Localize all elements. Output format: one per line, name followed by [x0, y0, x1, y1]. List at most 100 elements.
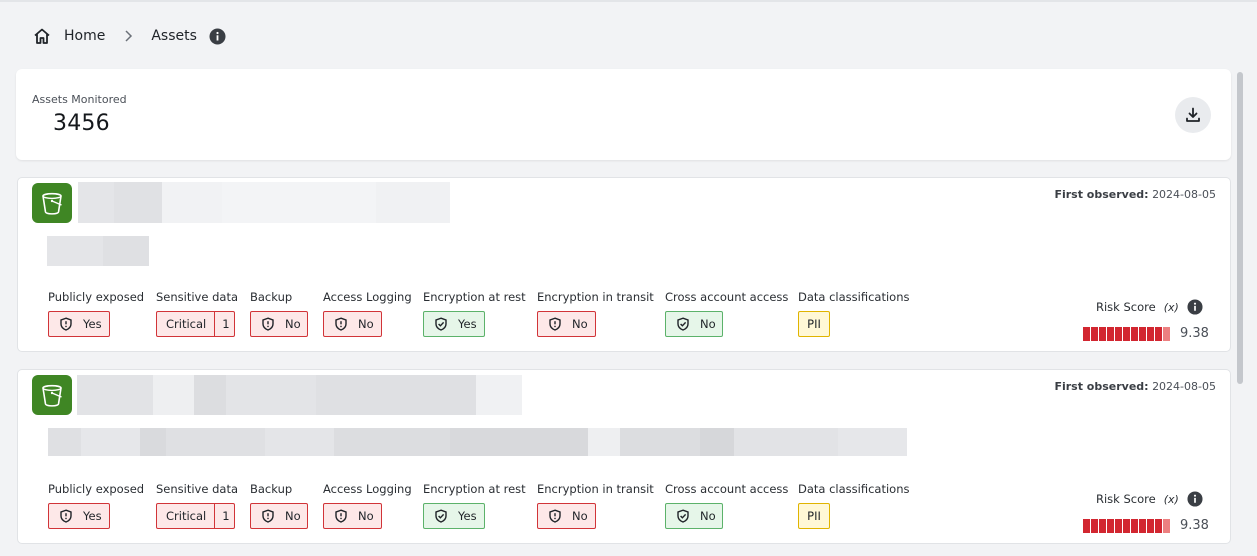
risk-segment — [1115, 519, 1122, 533]
risk-segment — [1091, 519, 1098, 533]
first-observed: First observed: 2024-08-05 — [1054, 188, 1216, 201]
encryption-transit-badge: No — [537, 503, 596, 529]
attr-encryption-rest: Encryption at rest — [423, 290, 526, 304]
s3-bucket-icon — [32, 183, 72, 223]
info-icon[interactable] — [209, 28, 226, 45]
attr-backup: Backup — [250, 482, 293, 496]
risk-segment — [1091, 327, 1098, 341]
risk-segment — [1115, 327, 1122, 341]
publicly-exposed-badge: Yes — [48, 311, 110, 337]
sensitive-data-badge: Critical 1 — [156, 311, 235, 337]
attr-encryption-transit: Encryption in transit — [537, 482, 654, 496]
shield-icon — [261, 509, 275, 523]
risk-segment — [1083, 327, 1090, 341]
risk-segment — [1163, 519, 1170, 533]
risk-score-label: Risk Score (x) — [1096, 491, 1203, 507]
shield-icon — [334, 317, 348, 331]
shield-check-icon — [676, 509, 690, 523]
cross-account-badge: No — [665, 503, 723, 529]
attr-cross-account: Cross account access — [665, 290, 789, 304]
s3-bucket-icon — [32, 375, 72, 415]
risk-score-value: 9.38 — [1180, 326, 1209, 341]
download-icon — [1186, 107, 1200, 122]
asset-card[interactable]: First observed: 2024-08-05 Publicly expo… — [17, 369, 1231, 544]
attr-publicly-exposed: Publicly exposed — [48, 290, 145, 304]
attr-access-logging: Access Logging — [323, 482, 412, 496]
first-observed-date: 2024-08-05 — [1152, 188, 1216, 201]
risk-segment — [1155, 519, 1162, 533]
sensitive-data-badge: Critical 1 — [156, 503, 235, 529]
risk-score-bar — [1083, 327, 1170, 341]
classification-badge: PII — [798, 311, 830, 337]
shield-check-icon — [434, 317, 448, 331]
shield-icon — [334, 509, 348, 523]
risk-score-bar — [1083, 519, 1170, 533]
shield-check-icon — [434, 509, 448, 523]
formula-icon[interactable]: (x) — [1164, 301, 1179, 314]
assets-monitored-count: 3456 — [53, 111, 110, 136]
assets-monitored-label: Assets Monitored — [32, 93, 127, 106]
info-icon[interactable] — [1187, 491, 1203, 507]
redacted-asset-name — [78, 182, 450, 223]
shield-check-icon — [676, 317, 690, 331]
scrollbar-thumb[interactable] — [1237, 72, 1243, 384]
risk-segment — [1107, 327, 1114, 341]
access-logging-badge: No — [323, 503, 382, 529]
attr-encryption-transit: Encryption in transit — [537, 290, 654, 304]
redacted-asset-id — [47, 236, 149, 266]
attr-encryption-rest: Encryption at rest — [423, 482, 526, 496]
assets-summary-card: Assets Monitored 3456 — [16, 69, 1231, 160]
redacted-asset-name — [77, 375, 522, 415]
risk-segment — [1131, 519, 1138, 533]
first-observed-date: 2024-08-05 — [1152, 380, 1216, 393]
encryption-transit-badge: No — [537, 311, 596, 337]
access-logging-badge: No — [323, 311, 382, 337]
backup-badge: No — [250, 503, 308, 529]
attr-sensitive-data: Sensitive data — [156, 290, 238, 304]
shield-icon — [261, 317, 275, 331]
encryption-rest-badge: Yes — [423, 503, 485, 529]
attr-cross-account: Cross account access — [665, 482, 789, 496]
home-icon[interactable] — [32, 26, 52, 46]
redacted-asset-id — [48, 428, 907, 456]
risk-segment — [1155, 327, 1162, 341]
publicly-exposed-badge: Yes — [48, 503, 110, 529]
top-border — [0, 0, 1257, 2]
formula-icon[interactable]: (x) — [1164, 493, 1179, 506]
backup-badge: No — [250, 311, 308, 337]
risk-segment — [1099, 327, 1106, 341]
risk-segment — [1147, 519, 1154, 533]
attr-sensitive-data: Sensitive data — [156, 482, 238, 496]
risk-segment — [1147, 327, 1154, 341]
attr-data-classifications: Data classifications — [798, 290, 910, 304]
classification-badge: PII — [798, 503, 830, 529]
download-button[interactable] — [1175, 97, 1211, 133]
breadcrumb: Home Assets — [32, 26, 226, 46]
risk-segment — [1163, 327, 1170, 341]
attr-backup: Backup — [250, 290, 293, 304]
shield-icon — [548, 509, 562, 523]
encryption-rest-badge: Yes — [423, 311, 485, 337]
breadcrumb-home[interactable]: Home — [64, 28, 105, 44]
attr-access-logging: Access Logging — [323, 290, 412, 304]
risk-score-label: Risk Score (x) — [1096, 299, 1203, 315]
cross-account-badge: No — [665, 311, 723, 337]
attr-data-classifications: Data classifications — [798, 482, 910, 496]
risk-segment — [1107, 519, 1114, 533]
risk-segment — [1123, 327, 1130, 341]
shield-icon — [59, 509, 73, 523]
chevron-right-icon — [123, 29, 133, 43]
risk-segment — [1131, 327, 1138, 341]
risk-segment — [1123, 519, 1130, 533]
risk-segment — [1099, 519, 1106, 533]
risk-score-value: 9.38 — [1180, 518, 1209, 533]
risk-segment — [1139, 519, 1146, 533]
asset-card[interactable]: First observed: 2024-08-05 Publicly expo… — [17, 177, 1231, 352]
risk-segment — [1139, 327, 1146, 341]
info-icon[interactable] — [1187, 299, 1203, 315]
risk-segment — [1083, 519, 1090, 533]
first-observed: First observed: 2024-08-05 — [1054, 380, 1216, 393]
attr-publicly-exposed: Publicly exposed — [48, 482, 145, 496]
shield-icon — [548, 317, 562, 331]
breadcrumb-current: Assets — [151, 28, 197, 44]
